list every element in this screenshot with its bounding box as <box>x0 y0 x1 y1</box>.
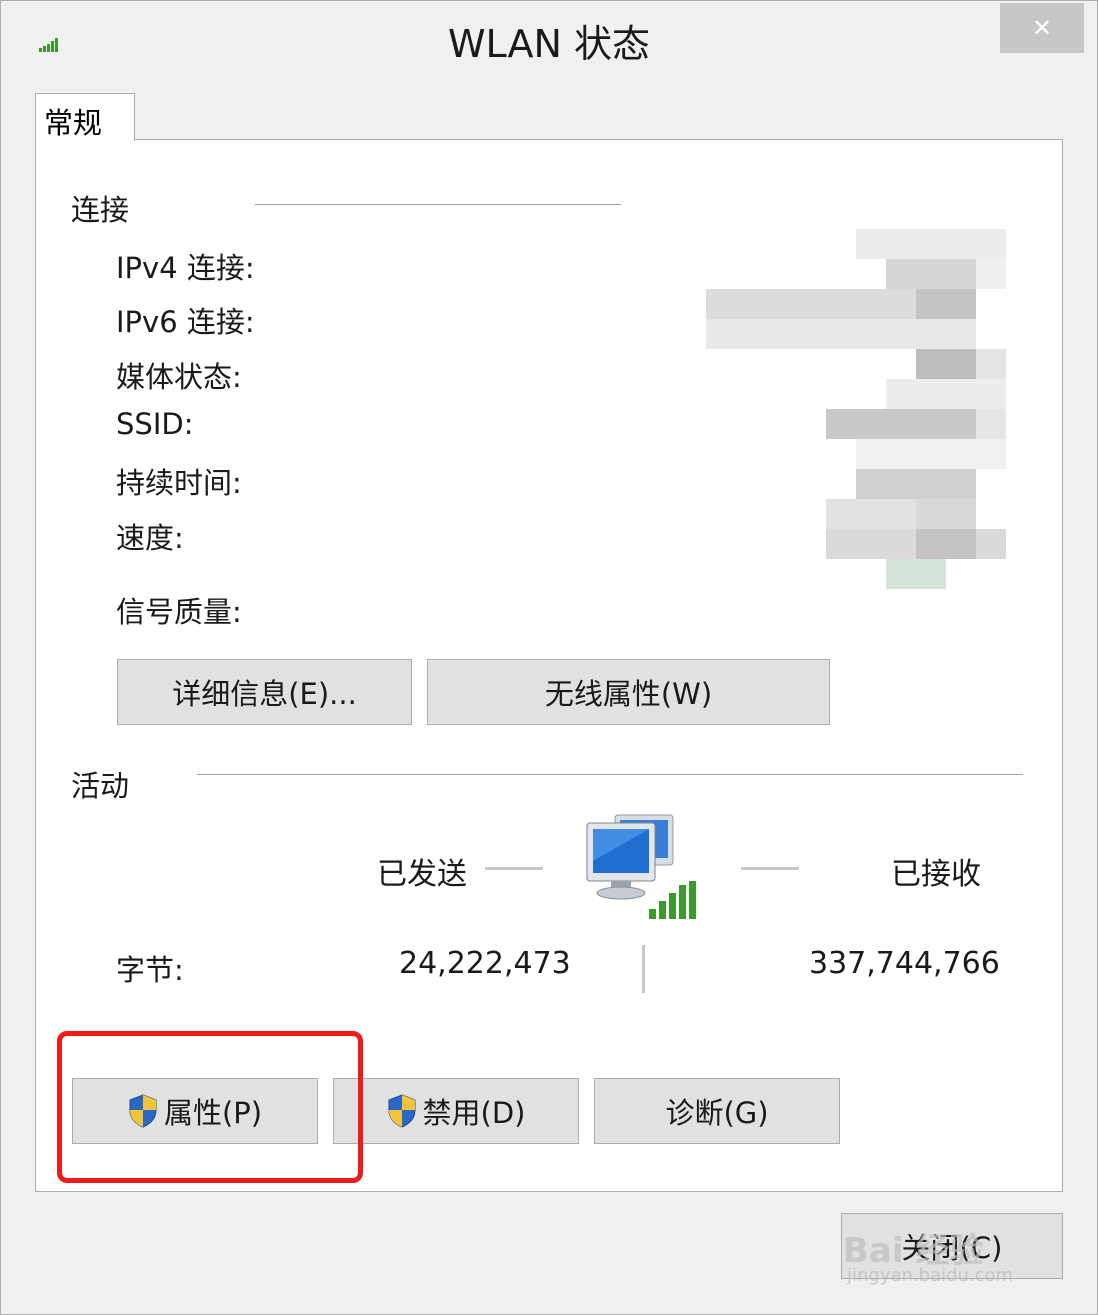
diagnose-button-label: 诊断(G) <box>665 1096 769 1130</box>
received-line <box>741 867 799 870</box>
redacted-values <box>706 229 1006 589</box>
network-computer-icon <box>586 814 696 919</box>
media-state-label: 媒体状态: <box>116 360 242 394</box>
ssid-label: SSID: <box>116 407 194 441</box>
window-title: WLAN 状态 <box>447 22 651 66</box>
signal-quality-label: 信号质量: <box>116 595 242 629</box>
tab-general[interactable]: 常规 <box>35 93 135 141</box>
diagnose-button[interactable]: 诊断(G) <box>594 1078 840 1144</box>
received-label: 已接收 <box>891 857 981 892</box>
ipv6-label: IPv6 连接: <box>116 305 255 339</box>
duration-label: 持续时间: <box>116 466 242 500</box>
details-button-label: 详细信息(E)... <box>172 677 357 711</box>
tab-label: 常规 <box>44 106 103 140</box>
bytes-received-value: 337,744,766 <box>809 946 1000 981</box>
wireless-properties-button[interactable]: 无线属性(W) <box>427 659 830 725</box>
activity-group-title: 活动 <box>71 769 130 803</box>
activity-divider <box>197 774 1023 775</box>
bytes-sent-value: 24,222,473 <box>399 946 571 981</box>
connection-group-title: 连接 <box>71 193 130 227</box>
wlan-status-window: WLAN 状态 ✕ 常规 连接 IPv4 连接: IPv6 连接: 媒体状态: … <box>0 0 1098 1315</box>
connection-divider <box>255 204 621 205</box>
watermark-url: jingyan.baidu.com <box>847 1265 1014 1286</box>
wireless-properties-label: 无线属性(W) <box>544 677 713 711</box>
ipv4-label: IPv4 连接: <box>116 251 255 285</box>
bytes-label: 字节: <box>116 953 184 987</box>
sent-line <box>485 867 543 870</box>
disable-button-label: 禁用(D) <box>422 1096 526 1130</box>
sent-label: 已发送 <box>377 857 467 892</box>
uac-shield-icon <box>388 1094 416 1128</box>
disable-button[interactable]: 禁用(D) <box>333 1078 579 1144</box>
close-window-button[interactable]: ✕ <box>1000 3 1084 53</box>
details-button[interactable]: 详细信息(E)... <box>117 659 412 725</box>
speed-label: 速度: <box>116 521 184 555</box>
red-highlight-box <box>57 1031 363 1183</box>
bytes-divider <box>642 945 645 993</box>
title-bar[interactable]: WLAN 状态 ✕ <box>1 1 1097 73</box>
